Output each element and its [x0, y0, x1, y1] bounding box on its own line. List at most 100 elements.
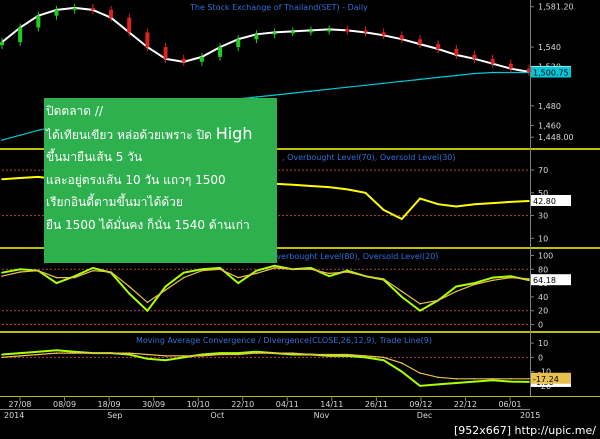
y-tick-label-rsi-3: 10	[538, 234, 548, 243]
data-point-stochastic-0-28	[510, 275, 512, 277]
data-point-stochastic-1-1	[19, 271, 21, 273]
data-point-macd-1-7	[128, 352, 131, 354]
data-point-macd-0-11	[201, 353, 203, 356]
data-point-macd-0-4	[73, 350, 76, 353]
data-point-macd-1-11	[201, 355, 203, 357]
data-point-rsi-0-23	[419, 197, 421, 200]
data-point-macd-0-27	[491, 379, 494, 381]
data-point-price-1-1	[19, 134, 21, 137]
candle-body-28	[508, 63, 513, 69]
data-point-stochastic-0-9	[164, 285, 167, 288]
data-point-price-1-2	[37, 129, 40, 132]
data-point-macd-1-12	[219, 353, 221, 356]
data-point-rsi-0-27	[491, 202, 494, 204]
annotation-line-6: ยืน 1500 ได้มั่นคง ก็นั่น 1540 ด้านเก่า	[46, 217, 250, 232]
data-point-macd-1-28	[510, 377, 512, 380]
annotation-line-3: ขึ้นมายืนเส้น 5 วัน	[46, 150, 143, 164]
data-point-stochastic-1-16	[291, 268, 294, 271]
candle-body-15	[272, 32, 277, 35]
x-month-label-1: Sep	[107, 411, 122, 420]
y-tick-label-macd-1: 0	[538, 353, 543, 362]
data-point-stochastic-0-22	[400, 296, 403, 298]
data-point-macd-0-3	[55, 349, 58, 352]
data-point-price-1-18	[328, 88, 330, 90]
x-month-label-2: Oct	[210, 411, 224, 420]
data-point-stochastic-1-25	[455, 290, 458, 293]
data-point-stochastic-1-26	[473, 283, 476, 286]
data-point-macd-0-7	[128, 353, 131, 356]
data-point-stochastic-0-13	[237, 282, 240, 284]
candle-body-23	[417, 39, 422, 45]
candle-body-18	[327, 29, 332, 32]
data-point-rsi-0-2	[37, 176, 40, 178]
x-month-label-5: 2015	[520, 411, 540, 420]
data-point-stochastic-1-24	[437, 299, 439, 302]
y-tick-label-stochastic-5: 0	[538, 321, 543, 330]
data-point-rsi-0-24	[437, 203, 439, 205]
data-point-macd-0-16	[291, 353, 294, 356]
x-month-label-3: Nov	[314, 411, 330, 420]
data-point-stochastic-0-12	[219, 267, 221, 269]
chart-screenshot: The Stock Exchange of Thailand(SET) - Da…	[0, 0, 600, 439]
data-point-rsi-0-28	[510, 201, 512, 203]
candle-body-9	[163, 47, 168, 59]
data-point-stochastic-1-27	[491, 279, 494, 282]
last-value-label-stochastic-0: 64.18	[533, 276, 556, 285]
x-tick-label-0: 27/08	[8, 400, 31, 409]
series-line-macd-1	[1, 352, 529, 380]
y-tick-label-price-1: 1,540	[538, 43, 561, 52]
data-point-stochastic-0-5	[92, 267, 94, 269]
candle-body-0	[0, 42, 4, 46]
data-point-stochastic-1-8	[146, 301, 149, 304]
candle-body-24	[436, 44, 441, 50]
candle-body-4	[72, 7, 77, 10]
data-point-stochastic-1-15	[273, 267, 276, 269]
annotation-line-5: เรียกอินดี้ตามขึ้นมาได้ด้วย	[46, 195, 183, 209]
data-point-stochastic-1-21	[382, 278, 385, 280]
data-point-stochastic-1-14	[255, 272, 258, 275]
x-tick-label-9: 09/12	[409, 400, 432, 409]
data-point-stochastic-1-20	[364, 275, 367, 277]
data-point-stochastic-0-11	[201, 268, 203, 271]
data-point-stochastic-1-19	[346, 271, 349, 273]
data-point-macd-1-21	[382, 356, 385, 359]
data-point-macd-0-28	[510, 380, 512, 383]
data-point-stochastic-1-17	[310, 268, 312, 271]
data-point-price-1-24	[437, 76, 439, 79]
data-point-macd-1-8	[146, 353, 149, 356]
last-value-label-macd-1: -17.24	[533, 375, 559, 384]
data-point-stochastic-1-28	[510, 276, 512, 279]
data-point-price-1-17	[310, 90, 312, 92]
candle-body-22	[399, 35, 404, 40]
data-point-macd-1-5	[92, 352, 94, 354]
data-point-stochastic-0-15	[273, 265, 276, 267]
data-point-macd-1-23	[419, 372, 421, 374]
data-point-rsi-0-17	[310, 185, 312, 187]
data-point-stochastic-0-4	[73, 275, 76, 277]
series-line-macd-0	[1, 349, 530, 387]
data-point-stochastic-1-13	[237, 276, 240, 279]
data-point-stochastic-0-1	[19, 268, 21, 271]
data-point-stochastic-1-6	[110, 271, 112, 273]
candle-body-1	[18, 27, 23, 43]
data-point-macd-0-0	[1, 353, 3, 356]
candle-body-5	[90, 7, 95, 10]
candle-body-16	[290, 31, 295, 34]
y-tick-label-stochastic-1: 80	[538, 265, 548, 274]
pane-title-price: The Stock Exchange of Thailand(SET) - Da…	[189, 3, 368, 12]
data-point-macd-1-9	[164, 355, 167, 357]
y-tick-label-price-4: 1,460	[538, 121, 561, 130]
x-tick-label-1: 08/09	[53, 400, 76, 409]
data-point-stochastic-0-19	[346, 269, 349, 272]
data-point-macd-1-22	[400, 362, 403, 364]
data-point-macd-0-24	[437, 383, 439, 386]
data-point-rsi-0-29	[528, 200, 530, 202]
annotation-line-4: และอยู่ตรงเส้น 10 วัน แถวๆ 1500	[46, 172, 226, 187]
x-tick-label-6: 04/11	[276, 400, 299, 409]
data-point-rsi-0-0	[1, 178, 3, 180]
data-point-stochastic-0-18	[328, 275, 330, 277]
y-tick-label-price-5: 1,448.00	[538, 133, 574, 142]
data-point-macd-1-20	[364, 355, 367, 357]
data-point-macd-0-29	[528, 381, 530, 383]
y-tick-label-stochastic-4: 20	[538, 307, 548, 316]
